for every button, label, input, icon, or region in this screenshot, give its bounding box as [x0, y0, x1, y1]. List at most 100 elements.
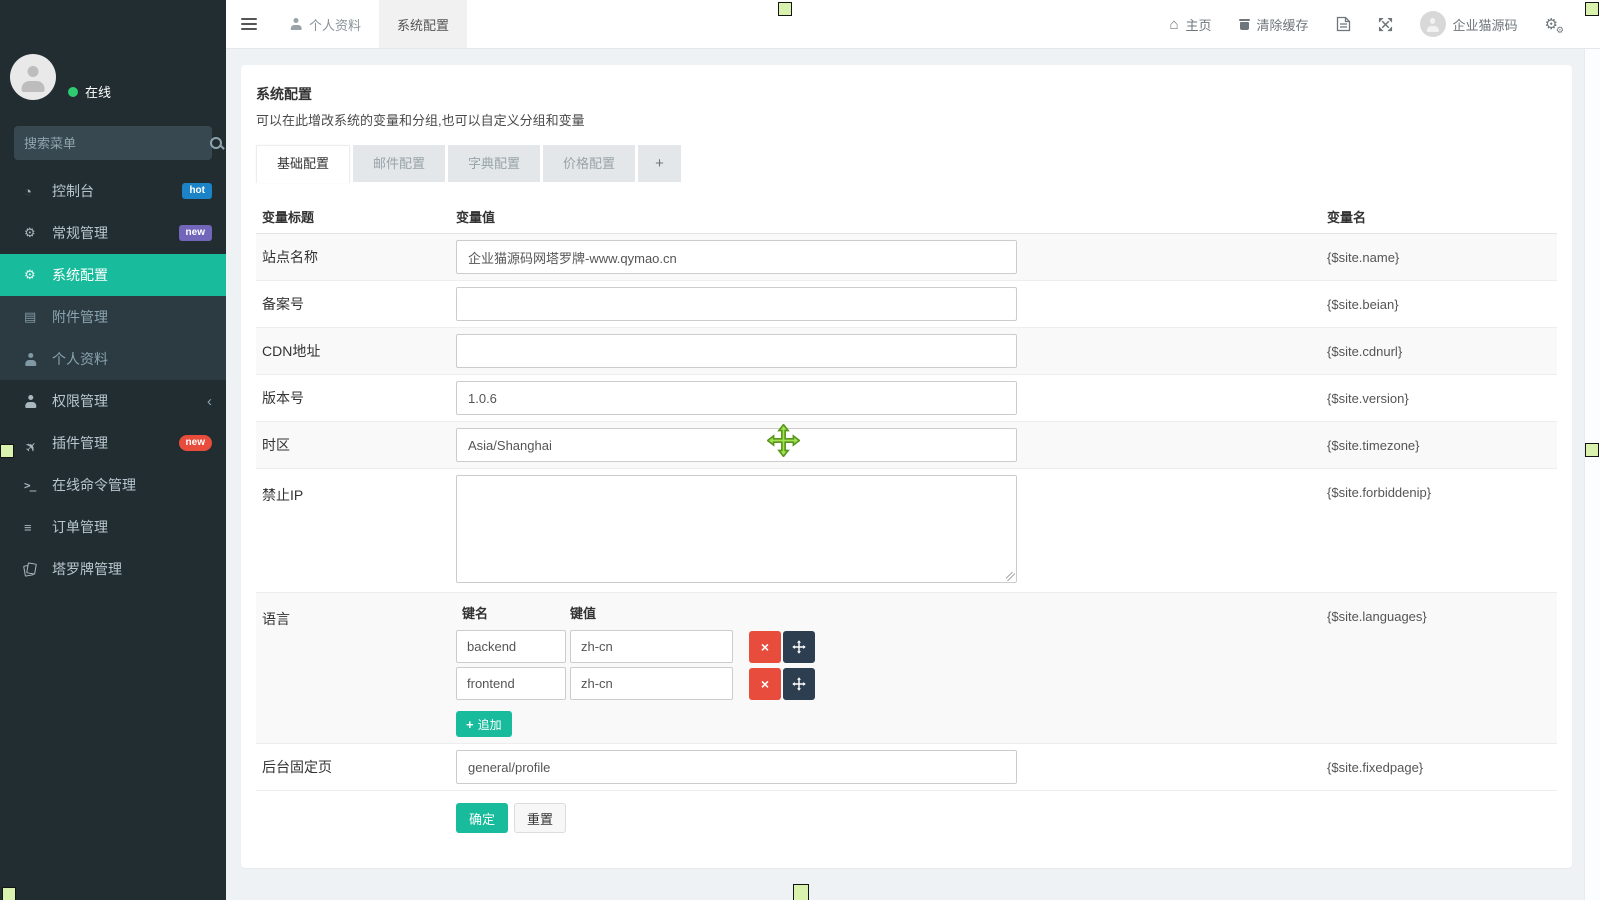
- gear-icon: ⚙: [24, 267, 46, 283]
- sidebar-item-label: 插件管理: [52, 433, 108, 453]
- config-tab-1[interactable]: 邮件配置: [353, 145, 445, 182]
- sidebar-toggle-icon[interactable]: [226, 0, 272, 48]
- sidebar-item-order[interactable]: ≡订单管理: [0, 506, 226, 548]
- kv-pair-row: ×: [456, 630, 1327, 663]
- kv-header: 键名键值: [456, 603, 1327, 622]
- user-menu[interactable]: 企业猫源码: [1420, 11, 1518, 37]
- sidebar-badge: new: [179, 225, 212, 241]
- config-value-textarea[interactable]: [456, 475, 1017, 583]
- row-value-cell: [456, 428, 1327, 462]
- remove-pair-button[interactable]: ×: [749, 668, 781, 700]
- row-var-name: {$site.version}: [1327, 391, 1557, 406]
- kv-value-input[interactable]: [570, 667, 733, 700]
- config-value-input[interactable]: [456, 428, 1017, 462]
- form-footer: 确定 重置: [256, 790, 1557, 833]
- sidebar-badge: new: [179, 435, 212, 451]
- table-row: 版本号{$site.version}: [256, 375, 1557, 422]
- rocket-icon: ✈: [21, 429, 49, 457]
- plus-icon: +: [466, 717, 474, 732]
- sidebar-item-command[interactable]: >_在线命令管理: [0, 464, 226, 506]
- kv-value-input[interactable]: [570, 630, 733, 663]
- chevron-left-icon: ‹: [207, 393, 212, 410]
- fullscreen-toggle[interactable]: [1378, 17, 1393, 32]
- config-tab-2[interactable]: 字典配置: [448, 145, 540, 182]
- user-icon: [24, 353, 37, 366]
- config-tab-0[interactable]: 基础配置: [256, 145, 350, 183]
- submit-button[interactable]: 确定: [456, 803, 508, 833]
- remove-pair-button[interactable]: ×: [749, 631, 781, 663]
- sidebar-item-label: 订单管理: [52, 517, 108, 537]
- config-value-input[interactable]: [456, 240, 1017, 274]
- col-header-var: 变量名: [1327, 207, 1557, 226]
- kv-key-input[interactable]: [456, 630, 566, 663]
- reset-button[interactable]: 重置: [514, 803, 566, 833]
- sidebar-item-addon[interactable]: ✈插件管理 new: [0, 422, 226, 464]
- config-value-input[interactable]: [456, 287, 1017, 321]
- online-status: 在线: [68, 82, 111, 101]
- row-title: 后台固定页: [256, 757, 456, 777]
- row-var-name: {$site.timezone}: [1327, 438, 1557, 453]
- search-button[interactable]: [210, 126, 223, 160]
- sidebar-item-label: 控制台: [52, 181, 94, 201]
- config-tabs: 基础配置邮件配置字典配置价格配置+: [256, 145, 1557, 183]
- sidebar-item-general[interactable]: ⚙常规管理new: [0, 212, 226, 254]
- add-tab-button[interactable]: +: [638, 145, 681, 182]
- row-value-cell: 键名键值 × × + 追加: [456, 599, 1327, 737]
- config-table: 变量标题 变量值 变量名 站点名称{$site.name}备案号{$site.b…: [256, 199, 1557, 833]
- image-icon: ▤: [24, 309, 46, 325]
- sidebar-item-system-config[interactable]: ⚙系统配置: [0, 254, 226, 296]
- home-icon: ⌂: [1169, 17, 1178, 32]
- selection-handle-top-right[interactable]: [1585, 2, 1599, 16]
- row-var-name: {$site.fixedpage}: [1327, 760, 1557, 775]
- menu-search: [14, 126, 212, 160]
- sidebar-item-auth[interactable]: 权限管理 ‹: [0, 380, 226, 422]
- config-panel: 系统配置 可以在此增改系统的变量和分组,也可以自定义分组和变量 基础配置邮件配置…: [241, 65, 1572, 868]
- config-tab-3[interactable]: 价格配置: [543, 145, 635, 182]
- row-value-cell: [456, 287, 1327, 321]
- sidebar-item-label: 权限管理: [52, 391, 108, 411]
- selection-handle-top-center[interactable]: [778, 2, 792, 16]
- home-link[interactable]: ⌂ 主页: [1169, 15, 1211, 34]
- online-dot-icon: [68, 87, 78, 97]
- config-table-body: 站点名称{$site.name}备案号{$site.beian}CDN地址{$s…: [256, 234, 1557, 791]
- row-value-cell: [456, 334, 1327, 368]
- table-row: 语言键名键值××+追加{$site.languages}: [256, 593, 1557, 744]
- kv-value-header: 键值: [570, 603, 596, 622]
- page-title: 系统配置: [256, 84, 1557, 104]
- config-value-input[interactable]: [456, 750, 1017, 784]
- sidebar-item-profile[interactable]: 个人资料: [0, 338, 226, 380]
- sidebar-item-dashboard[interactable]: ◔控制台hot: [0, 170, 226, 212]
- menu-search-input[interactable]: [14, 136, 210, 151]
- navbar-left: 个人资料 系统配置: [226, 0, 467, 48]
- selection-handle-right-middle[interactable]: [1585, 443, 1599, 457]
- home-label: 主页: [1186, 15, 1212, 34]
- selection-handle-left-middle[interactable]: [0, 444, 14, 458]
- kv-key-input[interactable]: [456, 667, 566, 700]
- append-label: 追加: [478, 716, 502, 733]
- avatar[interactable]: [10, 54, 56, 100]
- kv-key-header: 键名: [456, 603, 570, 622]
- language-toggle[interactable]: [1336, 16, 1351, 32]
- online-status-label: 在线: [85, 82, 111, 101]
- settings-menu[interactable]: ⚙⚙: [1545, 17, 1558, 32]
- selection-handle-bottom-left[interactable]: [2, 887, 16, 900]
- tab-system-config[interactable]: 系统配置: [379, 0, 467, 48]
- sidebar-item-tarot[interactable]: 塔罗牌管理: [0, 548, 226, 590]
- tab-profile[interactable]: 个人资料: [272, 0, 379, 48]
- move-icon: [792, 640, 806, 654]
- user-icon: [24, 353, 46, 366]
- row-title: 禁止IP: [256, 475, 456, 505]
- config-value-input[interactable]: [456, 334, 1017, 368]
- clear-cache-link[interactable]: 清除缓存: [1239, 15, 1309, 34]
- sidebar-item-label: 个人资料: [52, 349, 108, 369]
- sidebar-item-attachment[interactable]: ▤附件管理: [0, 296, 226, 338]
- tab-system-config-label: 系统配置: [397, 15, 449, 34]
- drag-pair-button[interactable]: [783, 631, 815, 663]
- drag-pair-button[interactable]: [783, 668, 815, 700]
- terminal-icon: >_: [24, 479, 46, 492]
- config-value-input[interactable]: [456, 381, 1017, 415]
- selection-handle-bottom-center[interactable]: [793, 884, 809, 900]
- append-button[interactable]: + 追加: [456, 711, 512, 737]
- page-subtitle: 可以在此增改系统的变量和分组,也可以自定义分组和变量: [256, 110, 1557, 129]
- scrollbar-track[interactable]: [1584, 48, 1600, 900]
